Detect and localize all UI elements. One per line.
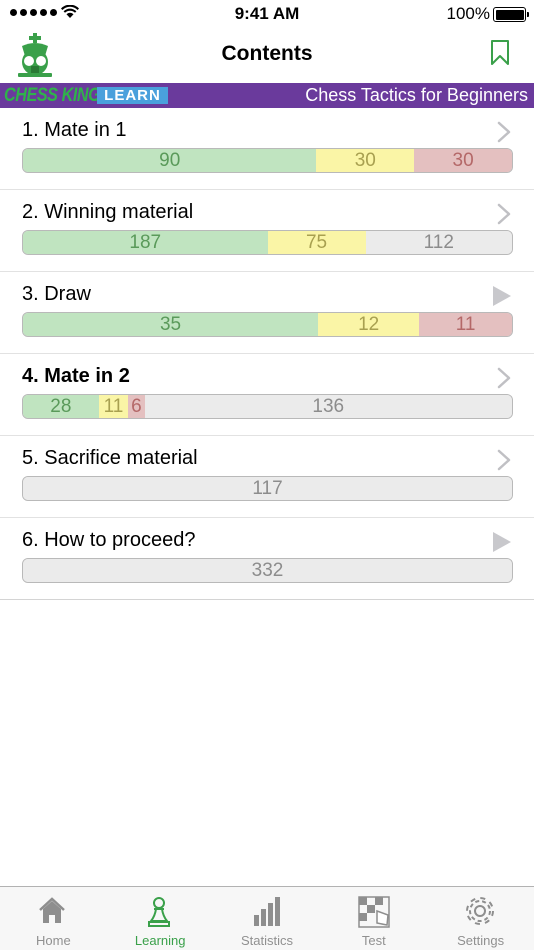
progress-bar: 35 12 11 bbox=[22, 312, 513, 337]
progress-bar: 332 bbox=[22, 558, 513, 583]
list-item[interactable]: 6. How to proceed? 332 bbox=[0, 518, 534, 600]
gear-icon bbox=[465, 897, 494, 925]
failed-segment: 30 bbox=[414, 149, 512, 172]
progress-bar: 90 30 30 bbox=[22, 148, 513, 173]
pawn-icon bbox=[148, 897, 171, 927]
play-icon[interactable] bbox=[492, 285, 512, 307]
remaining-segment: 112 bbox=[365, 231, 512, 254]
tab-bar: Home Learning Statistics Test Settings bbox=[0, 886, 534, 950]
tab-test[interactable]: Test bbox=[320, 887, 427, 950]
list-item[interactable]: 2. Winning material 187 75 112 bbox=[0, 190, 534, 272]
failed-segment: 11 bbox=[419, 313, 512, 336]
home-icon bbox=[39, 897, 66, 923]
item-title: 5. Sacrifice material bbox=[22, 447, 198, 469]
tab-home[interactable]: Home bbox=[0, 887, 107, 950]
progress-bar: 117 bbox=[22, 476, 513, 501]
tab-label: Statistics bbox=[240, 933, 293, 948]
partial-segment: 30 bbox=[316, 149, 415, 172]
tab-label: Settings bbox=[457, 933, 505, 948]
chessboard-hand-icon bbox=[358, 896, 390, 928]
bar-chart-icon bbox=[253, 897, 280, 926]
item-title: 4. Mate in 2 bbox=[22, 365, 130, 387]
battery-icon bbox=[493, 7, 529, 22]
course-title: Chess Tactics for Beginners bbox=[305, 85, 528, 105]
failed-segment: 6 bbox=[128, 395, 145, 418]
brand-name: CHESS KING bbox=[4, 85, 101, 106]
page-title: Contents bbox=[221, 42, 313, 65]
list-item[interactable]: 3. Draw 35 12 11 bbox=[0, 272, 534, 354]
item-title: 2. Winning material bbox=[22, 201, 194, 223]
tab-label: Test bbox=[361, 933, 386, 948]
chevron-right-icon[interactable] bbox=[497, 121, 511, 143]
item-title: 3. Draw bbox=[22, 283, 91, 305]
tab-statistics[interactable]: Statistics bbox=[214, 887, 321, 950]
progress-bar: 28 11 6 136 bbox=[22, 394, 513, 419]
status-bar: 9:41 AM 100% bbox=[0, 0, 534, 30]
solved-segment: 187 bbox=[23, 231, 268, 254]
list-item[interactable]: 1. Mate in 1 90 30 30 bbox=[0, 108, 534, 190]
navigation-bar: Contents bbox=[0, 30, 534, 82]
tab-label: Home bbox=[36, 933, 71, 948]
item-title: 6. How to proceed? bbox=[22, 529, 196, 551]
tab-settings[interactable]: Settings bbox=[427, 887, 534, 950]
remaining-segment: 332 bbox=[23, 559, 512, 582]
solved-segment: 90 bbox=[23, 149, 317, 172]
bookmark-icon[interactable] bbox=[490, 40, 510, 66]
partial-segment: 12 bbox=[318, 313, 420, 336]
partial-segment: 11 bbox=[98, 395, 129, 418]
chevron-right-icon[interactable] bbox=[497, 203, 511, 225]
tab-learning[interactable]: Learning bbox=[107, 887, 214, 950]
battery-percent: 100% bbox=[446, 4, 490, 23]
remaining-segment: 136 bbox=[144, 395, 512, 418]
solved-segment: 35 bbox=[23, 313, 319, 336]
course-banner: CHESS KING LEARN Chess Tactics for Begin… bbox=[0, 83, 534, 108]
partial-segment: 75 bbox=[267, 231, 366, 254]
list-item[interactable]: 4. Mate in 2 28 11 6 136 bbox=[0, 354, 534, 436]
play-icon[interactable] bbox=[492, 531, 512, 553]
tab-label: Learning bbox=[134, 933, 186, 948]
list-item[interactable]: 5. Sacrifice material 117 bbox=[0, 436, 534, 518]
chevron-right-icon[interactable] bbox=[497, 367, 511, 389]
chevron-right-icon[interactable] bbox=[497, 449, 511, 471]
remaining-segment: 117 bbox=[23, 477, 512, 500]
solved-segment: 28 bbox=[23, 395, 99, 418]
learn-badge: LEARN bbox=[97, 87, 168, 104]
contents-list: 1. Mate in 1 90 30 30 2. Winning material 187… bbox=[0, 108, 534, 600]
progress-bar: 187 75 112 bbox=[22, 230, 513, 255]
item-title: 1. Mate in 1 bbox=[22, 119, 127, 141]
